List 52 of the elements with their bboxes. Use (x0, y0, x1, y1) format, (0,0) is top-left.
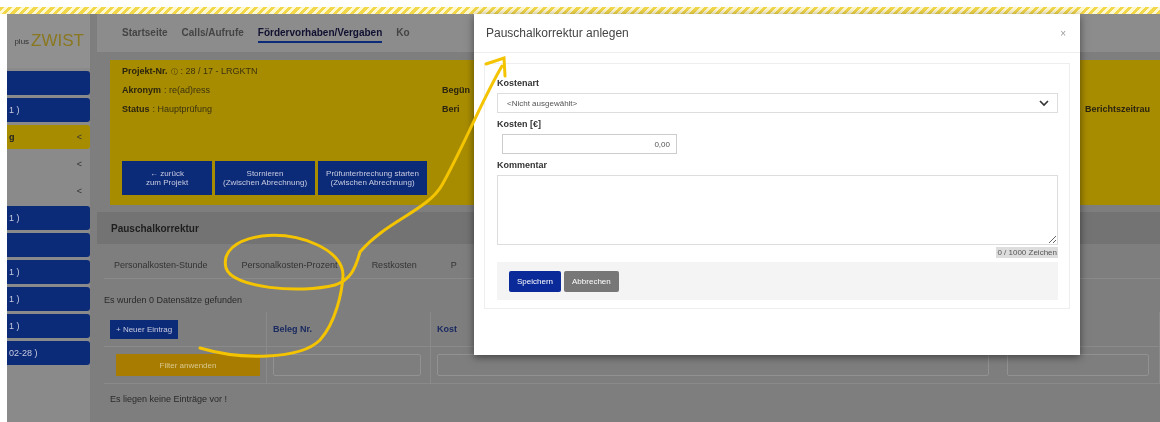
nav-tab[interactable]: Ko (396, 23, 410, 43)
nav-tab[interactable]: Calls/Aufrufe (181, 23, 244, 43)
field-label: Begün (442, 85, 470, 95)
sidebar-item[interactable]: < (7, 152, 90, 176)
category-tab[interactable]: Personalkosten-Prozent (241, 260, 338, 270)
action-button[interactable]: Stornieren (Zwischen Abrechnung) (215, 161, 316, 195)
empty-message: Es liegen keine Einträge vor ! (109, 393, 229, 404)
logo-name: ZWIST (31, 31, 84, 51)
cost-input[interactable]: 0,00 (502, 134, 677, 154)
character-counter: 0 / 1000 Zeichen (996, 247, 1058, 258)
sidebar-item[interactable] (7, 71, 90, 95)
logo-prefix: plus (14, 36, 30, 46)
nav-tab[interactable]: Startseite (122, 23, 168, 43)
sidebar-item[interactable]: 1 ) (7, 287, 90, 311)
card-title: Pauschalkorrektur (111, 222, 199, 234)
sidebar-item[interactable]: 1 ) (7, 206, 90, 230)
field-value: : re(ad)ress (164, 85, 211, 95)
column-header: Kost (437, 324, 457, 334)
field-label: Berichtszeitrau (1085, 104, 1151, 114)
sidebar-item[interactable]: 1 ) (7, 314, 90, 338)
field-label: Kosten [€] (497, 119, 542, 129)
category-tab[interactable]: P (450, 260, 457, 270)
field-label: Kommentar (497, 160, 548, 170)
close-button[interactable]: × (1056, 27, 1070, 39)
field-label: Kostenart (497, 78, 540, 88)
dialog-title: Pauschalkorrektur anlegen (486, 26, 629, 40)
field-value: : Hauptprüfung (152, 104, 213, 114)
field-value: : 28 / 17 - LRGKTN (180, 66, 258, 76)
category-tab[interactable]: Restkosten (371, 260, 417, 270)
field-label: Status (122, 104, 150, 114)
filter-input[interactable] (273, 354, 421, 376)
sidebar-item[interactable]: < (7, 179, 90, 203)
result-count: Es wurden 0 Datensätze gefunden (104, 294, 243, 307)
cost-type-select[interactable]: <Nicht ausgewählt> (497, 93, 1058, 113)
save-button[interactable]: Speichern (509, 270, 562, 292)
action-button[interactable]: Prüfunterbrechung starten (Zwischen Abrechnung) (318, 161, 427, 195)
field-label: Projekt-Nr. (122, 66, 168, 76)
column-header: Beleg Nr. (273, 324, 312, 334)
cancel-button[interactable]: Abbrechen (564, 270, 619, 292)
new-entry-button[interactable]: + Neuer Eintrag (110, 319, 179, 339)
sidebar-item[interactable]: 1 ) (7, 98, 90, 122)
action-button[interactable]: ← zurück zum Projekt (122, 161, 212, 195)
chevron-icon (1039, 99, 1049, 107)
field-label: Akronym (122, 85, 161, 95)
comment-field[interactable] (497, 175, 1058, 245)
category-tab[interactable]: Personalkosten-Stunde (114, 260, 208, 270)
sidebar-item[interactable]: g < (7, 125, 90, 149)
field-label: Beri (442, 104, 460, 114)
sidebar-item[interactable] (7, 233, 90, 257)
sidebar-item[interactable]: 1 ) (7, 260, 90, 284)
sidebar-item[interactable]: 02-28 ) (7, 341, 90, 365)
nav-tab[interactable]: Fördervorhaben/Vergaben (257, 23, 383, 43)
